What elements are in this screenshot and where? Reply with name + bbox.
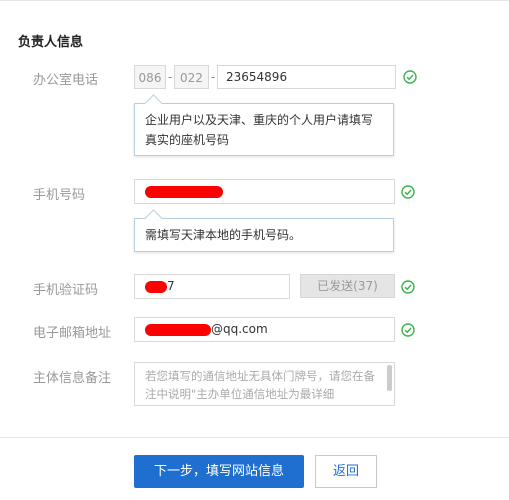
phone-dash-1: - xyxy=(168,70,173,84)
mobile-tooltip: 需填写天津本地的手机号码。 xyxy=(134,209,394,252)
footer-divider xyxy=(0,437,509,438)
office-phone-label: 办公室电话 xyxy=(33,73,99,88)
sms-code-label: 手机验证码 xyxy=(33,283,99,298)
check-circle-icon xyxy=(401,323,415,337)
redaction-mark xyxy=(145,280,167,293)
mobile-tip-text: 需填写天津本地的手机号码。 xyxy=(145,228,302,242)
check-circle-icon xyxy=(403,70,417,84)
email-input[interactable]: @qq.com xyxy=(134,317,395,342)
office-phone-tooltip: 企业用户以及天津、重庆的个人用户请填写真实的座机号码 xyxy=(134,94,394,156)
mobile-label: 手机号码 xyxy=(33,188,86,203)
office-phone-number-input[interactable]: 23654896 xyxy=(217,65,396,89)
textarea-scrollbar[interactable] xyxy=(387,365,392,391)
email-domain: @qq.com xyxy=(211,322,268,336)
back-button[interactable]: 返回 xyxy=(315,455,377,488)
sms-code-input[interactable]: 7 xyxy=(134,274,290,299)
remarks-label: 主体信息备注 xyxy=(33,371,112,386)
sms-code-suffix: 7 xyxy=(167,279,175,293)
mobile-input[interactable] xyxy=(134,179,395,204)
remarks-textarea[interactable]: 若您填写的通信地址无具体门牌号，请您在备注中说明"主办单位通信地址为最详细 xyxy=(134,362,395,406)
sms-sent-button[interactable]: 已发送(37) xyxy=(300,274,395,298)
office-phone-tip-text: 企业用户以及天津、重庆的个人用户请填写真实的座机号码 xyxy=(145,113,374,147)
phone-dash-2: - xyxy=(211,70,216,84)
tooltip-caret xyxy=(144,94,163,113)
check-circle-icon xyxy=(401,280,415,294)
next-step-button[interactable]: 下一步，填写网站信息 xyxy=(134,455,304,488)
country-code-field[interactable]: 086 xyxy=(134,65,166,89)
redaction-mark xyxy=(145,323,211,336)
tooltip-caret xyxy=(144,209,163,228)
redaction-mark xyxy=(145,185,223,198)
section-title: 负责人信息 xyxy=(18,35,84,50)
top-divider xyxy=(0,0,509,1)
area-code-field[interactable]: 022 xyxy=(174,65,209,89)
email-label: 电子邮箱地址 xyxy=(33,326,112,341)
remarks-placeholder: 若您填写的通信地址无具体门牌号，请您在备注中说明"主办单位通信地址为最详细 xyxy=(145,369,375,401)
check-circle-icon xyxy=(401,185,415,199)
